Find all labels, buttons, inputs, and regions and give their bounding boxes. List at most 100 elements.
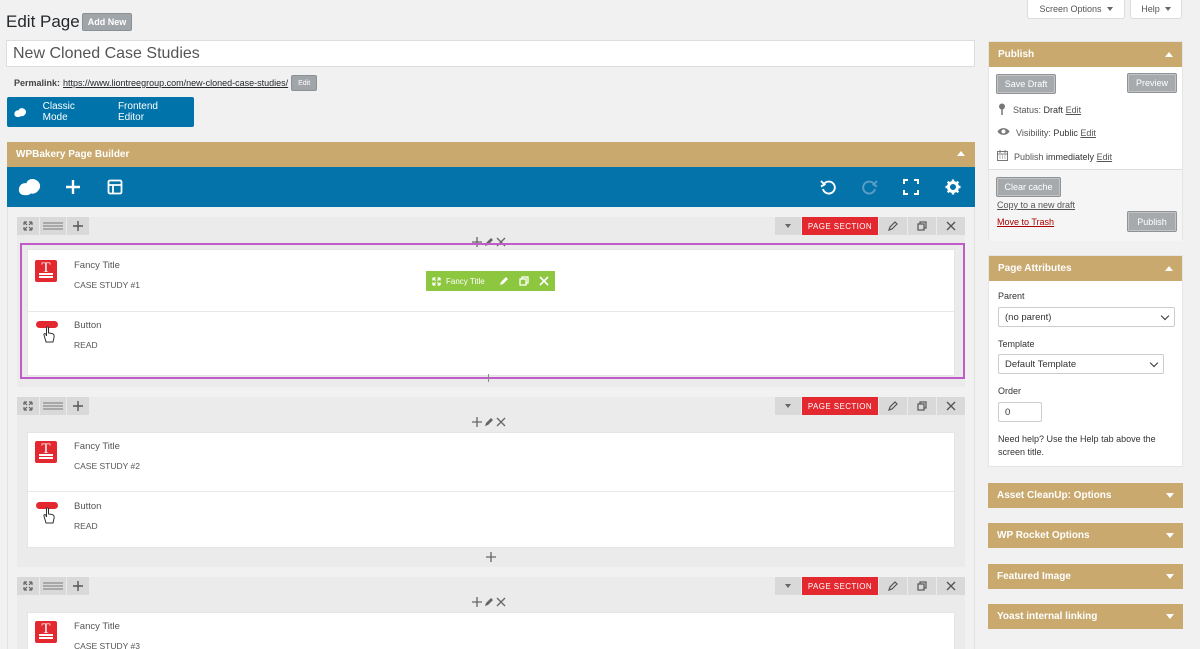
add-column-icon[interactable] — [67, 397, 89, 415]
page-attributes-header[interactable]: Page Attributes — [989, 256, 1182, 281]
hover-element-name: Fancy Title — [446, 276, 485, 286]
wp-rocket-box[interactable]: WP Rocket Options — [988, 523, 1183, 548]
page-section-button[interactable]: PAGE SECTION — [802, 397, 878, 415]
wpbakery-toolbar — [7, 167, 975, 207]
permalink-label: Permalink: — [14, 78, 61, 88]
visibility-value: Public — [1053, 127, 1078, 138]
status-label: Status: — [1013, 105, 1042, 115]
delete-row-icon[interactable] — [496, 417, 506, 430]
fancy-title-element[interactable]: T Fancy Title CASE STUDY #2 — [35, 441, 935, 481]
permalink-link[interactable]: https://www.liontreegroup.com/new-cloned… — [63, 78, 288, 88]
delete-icon[interactable] — [937, 577, 965, 595]
wp-rocket-title: WP Rocket Options — [997, 530, 1090, 541]
move-to-trash-link[interactable]: Move to Trash — [997, 217, 1054, 227]
preview-button[interactable]: Preview — [1127, 73, 1177, 93]
delete-row-icon[interactable] — [496, 597, 506, 610]
add-column-icon[interactable] — [67, 577, 89, 595]
copy-to-draft-link[interactable]: Copy to a new draft — [997, 200, 1075, 210]
clone-icon[interactable] — [908, 217, 936, 235]
clear-cache-button[interactable]: Clear cache — [996, 177, 1061, 197]
permalink-edit-button[interactable]: Edit — [291, 75, 318, 91]
redo-icon[interactable] — [859, 177, 881, 197]
editor-mode-bar: Classic Mode Frontend Editor — [7, 97, 194, 127]
row-hover-outline — [20, 243, 965, 379]
row-resize-handle[interactable] — [488, 374, 489, 382]
template-select-value: Default Template — [1005, 358, 1077, 370]
template-select[interactable]: Default Template — [998, 354, 1164, 374]
add-row-icon[interactable] — [472, 597, 482, 610]
frontend-editor-button[interactable]: Frontend Editor — [110, 101, 194, 123]
row-layout-icon[interactable] — [40, 577, 66, 595]
drag-move-icon[interactable] — [17, 217, 39, 235]
asset-cleanup-box[interactable]: Asset CleanUp: Options — [988, 483, 1183, 508]
publish-box-header[interactable]: Publish — [989, 42, 1182, 67]
featured-image-box[interactable]: Featured Image — [988, 564, 1183, 589]
save-draft-button[interactable]: Save Draft — [996, 74, 1056, 94]
visibility-edit-link[interactable]: Edit — [1080, 128, 1096, 138]
templates-icon[interactable] — [104, 177, 126, 197]
edit-pencil-icon[interactable] — [879, 577, 907, 595]
clone-icon[interactable] — [908, 577, 936, 595]
collapse-arrow-icon[interactable] — [957, 151, 965, 156]
edit-row-icon[interactable] — [484, 597, 494, 610]
status-row: Status: Draft Edit — [997, 103, 1081, 117]
publish-button[interactable]: Publish — [1127, 211, 1177, 232]
calendar-icon — [997, 150, 1008, 163]
expand-arrow-icon[interactable] — [1166, 533, 1174, 538]
screen-options-label: Screen Options — [1039, 4, 1102, 14]
drag-move-icon[interactable] — [17, 397, 39, 415]
wpbakery-header[interactable]: WPBakery Page Builder — [7, 142, 975, 167]
collapse-arrow-icon[interactable] — [1165, 266, 1173, 271]
page-section-button[interactable]: PAGE SECTION — [802, 217, 878, 235]
section-toggle-icon[interactable] — [775, 397, 801, 415]
publish-box: Publish Save Draft Preview Status: Draft… — [988, 41, 1183, 241]
order-input[interactable]: 0 — [998, 402, 1042, 422]
row-layout-icon[interactable] — [40, 217, 66, 235]
drag-move-icon[interactable] — [17, 577, 39, 595]
settings-gear-icon[interactable] — [942, 177, 964, 197]
button-element[interactable]: Button READ — [35, 501, 935, 541]
add-row-icon[interactable] — [472, 417, 482, 430]
publish-box-title: Publish — [998, 49, 1035, 60]
visibility-row: Visibility: Public Edit — [997, 127, 1096, 138]
delete-icon[interactable] — [937, 397, 965, 415]
screen-options-tab[interactable]: Screen Options — [1027, 0, 1125, 19]
help-tab[interactable]: Help — [1130, 0, 1182, 19]
classic-mode-button[interactable]: Classic Mode — [35, 101, 110, 123]
edit-pencil-icon[interactable] — [879, 397, 907, 415]
add-new-button[interactable]: Add New — [82, 13, 132, 31]
section-toggle-icon[interactable] — [775, 577, 801, 595]
page-section-button[interactable]: PAGE SECTION — [802, 577, 878, 595]
clone-icon[interactable] — [908, 397, 936, 415]
delete-icon[interactable] — [937, 217, 965, 235]
add-element-plus-icon[interactable] — [486, 552, 496, 565]
edit-pencil-icon[interactable] — [879, 217, 907, 235]
collapse-arrow-icon[interactable] — [1165, 52, 1173, 57]
fancy-title-element[interactable]: T Fancy Title CASE STUDY #3 — [35, 621, 935, 649]
clone-icon[interactable] — [514, 271, 534, 291]
schedule-edit-link[interactable]: Edit — [1097, 152, 1113, 162]
delete-icon[interactable] — [534, 271, 554, 291]
row-mini-tools — [472, 597, 506, 610]
expand-arrow-icon[interactable] — [1166, 614, 1174, 619]
wpbakery-logo-icon[interactable] — [17, 177, 43, 197]
parent-select[interactable]: (no parent) — [998, 307, 1175, 327]
post-title-input[interactable] — [6, 40, 975, 67]
status-edit-link[interactable]: Edit — [1066, 105, 1082, 115]
undo-icon[interactable] — [817, 177, 839, 197]
schedule-value: immediately — [1046, 151, 1095, 162]
expand-arrow-icon[interactable] — [1166, 574, 1174, 579]
add-column-icon[interactable] — [67, 217, 89, 235]
drag-move-icon[interactable] — [426, 271, 446, 291]
row-layout-icon[interactable] — [40, 397, 66, 415]
add-element-icon[interactable] — [62, 177, 84, 197]
edit-row-icon[interactable] — [484, 417, 494, 430]
fullscreen-icon[interactable] — [900, 177, 922, 197]
expand-arrow-icon[interactable] — [1166, 493, 1174, 498]
yoast-linking-box[interactable]: Yoast internal linking — [988, 604, 1183, 629]
parent-select-value: (no parent) — [1005, 311, 1052, 323]
visibility-label: Visibility: — [1016, 127, 1051, 138]
page-section: PAGE SECTION T Fancy Title CASE STUDY #2… — [17, 397, 965, 567]
edit-pencil-icon[interactable] — [494, 271, 514, 291]
section-toggle-icon[interactable] — [775, 217, 801, 235]
